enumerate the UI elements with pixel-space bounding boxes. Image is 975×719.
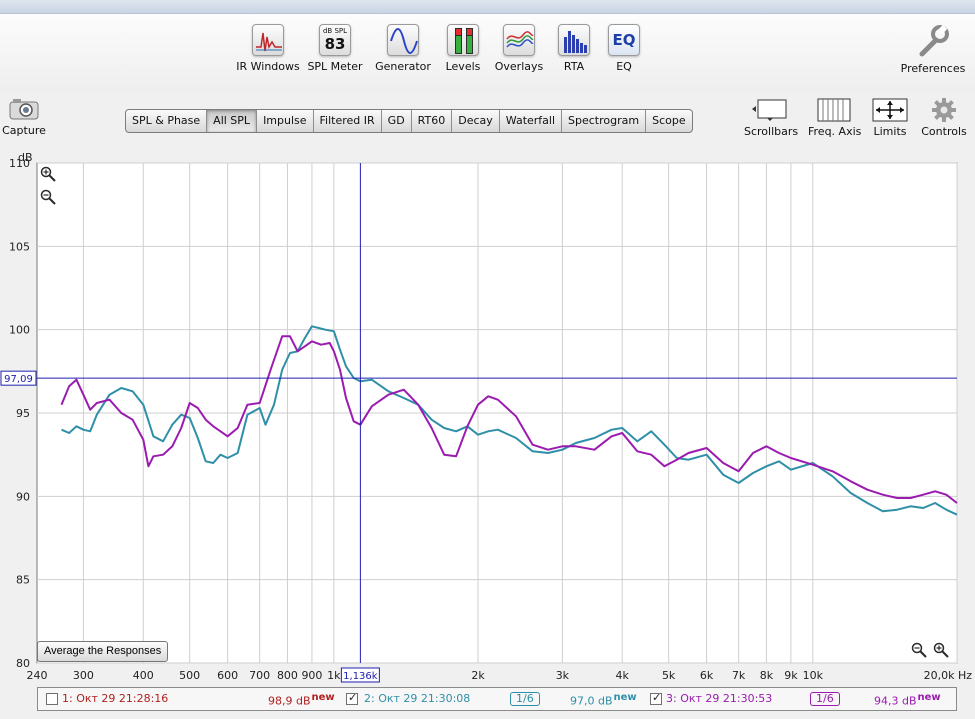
measurement-2-checkbox[interactable] [346, 691, 358, 705]
x-tick-label: 6k [700, 669, 714, 682]
x-tick-label: 240 [27, 669, 48, 682]
x-tick-label: 20,0k Hz [924, 669, 973, 682]
scrollbars-button[interactable]: Scrollbars [744, 97, 799, 138]
x-tick-label: 3k [556, 669, 570, 682]
tab-waterfall[interactable]: Waterfall [500, 110, 563, 132]
y-tick-label: 100 [9, 324, 30, 337]
overlays-icon [503, 24, 535, 56]
x-tick-label: 4k [616, 669, 630, 682]
measurement-1-level: 98,9 dBnew [268, 692, 335, 708]
x-tick-label: 300 [73, 669, 94, 682]
measurement-3-level: 94,3 dBnew [874, 692, 941, 708]
measurement-2-smoothing[interactable]: 1/6 [510, 692, 540, 706]
scrollbars-label: Scrollbars [744, 125, 799, 138]
capture-label: Capture [2, 124, 46, 137]
cursor-y-readout: 97,09 [4, 374, 33, 385]
tab-filtered-ir[interactable]: Filtered IR [314, 110, 382, 132]
freq-axis-icon [814, 97, 854, 123]
measurement-3-checkbox[interactable] [650, 691, 662, 705]
main-toolbar: IR Windows dB SPL 83 SPL Meter Generator… [0, 0, 975, 92]
measurement-1-level-value: 98,9 dB [268, 694, 311, 708]
x-tick-label: 600 [217, 669, 238, 682]
ir-windows-button[interactable]: IR Windows [231, 24, 305, 73]
x-tick-label: 2k [471, 669, 485, 682]
controls-label: Controls [921, 125, 967, 138]
measurement-3-name[interactable]: 3: Окт 29 21:30:53 [666, 692, 772, 705]
tab-all-spl[interactable]: All SPL [207, 110, 258, 132]
spl-meter-icon-value: 83 [324, 35, 346, 53]
tab-scope[interactable]: Scope [646, 110, 692, 132]
measurements-legend: 1: Окт 29 21:28:1698,9 dBnew2: Окт 29 21… [37, 687, 957, 711]
y-tick-label: 85 [16, 574, 30, 587]
spl-chart[interactable]: 80859095100105110dB240 300 400 500 600 700 800… [0, 148, 975, 686]
eq-button[interactable]: EQ EQ [587, 24, 661, 73]
capture-button[interactable]: Capture [2, 97, 46, 137]
tab-spl-phase[interactable]: SPL & Phase [126, 110, 208, 132]
sine-wave-icon [387, 24, 419, 56]
measurement-2-level: 97,0 dBnew [570, 692, 637, 708]
camera-icon [9, 97, 39, 121]
measurement-2-level-value: 97,0 dB [570, 694, 613, 708]
preferences-button[interactable]: Preferences [896, 24, 970, 75]
x-tick-label: 800 [277, 669, 298, 682]
x-tick-label: 700 [249, 669, 270, 682]
y-tick-label: 95 [16, 407, 30, 420]
measurement-1-new-tag: new [311, 692, 335, 703]
x-tick-label: 5k [662, 669, 676, 682]
tab-decay[interactable]: Decay [452, 110, 500, 132]
measurement-3-level-value: 94,3 dB [874, 694, 917, 708]
x-tick-label: 400 [133, 669, 154, 682]
scrollbars-icon [750, 97, 790, 123]
rta-bars-icon [558, 24, 590, 56]
average-responses-button[interactable]: Average the Responses [37, 641, 169, 662]
tab-spectrogram[interactable]: Spectrogram [562, 110, 647, 132]
spl-meter-button[interactable]: dB SPL 83 SPL Meter [298, 24, 372, 73]
window-title-strip [0, 0, 975, 14]
measurement-3-smoothing[interactable]: 1/6 [810, 692, 840, 706]
measurement-1-name[interactable]: 1: Окт 29 21:28:16 [62, 692, 168, 705]
measurement-2-new-tag: new [613, 692, 637, 703]
limits-button[interactable]: Limits [866, 97, 914, 138]
cursor-x-readout: 1,136k [343, 671, 378, 682]
ir-windows-label: IR Windows [236, 60, 300, 73]
limits-label: Limits [873, 125, 907, 138]
wrench-icon [916, 24, 950, 58]
eq-label: EQ [616, 60, 632, 73]
limits-arrows-icon [870, 97, 910, 123]
freq-axis-label: Freq. Axis [808, 125, 862, 138]
y-axis-label: dB [18, 151, 33, 164]
level-meter-icon [447, 24, 479, 56]
gear-icon [931, 97, 957, 123]
tab-gd[interactable]: GD [382, 110, 412, 132]
spl-meter-icon: dB SPL 83 [319, 24, 351, 56]
measurement-2-name[interactable]: 2: Окт 29 21:30:08 [364, 692, 470, 705]
spl-meter-label: SPL Meter [307, 60, 363, 73]
x-tick-label: 1k [327, 669, 341, 682]
controls-button[interactable]: Controls [920, 97, 968, 138]
x-tick-label: 10k [803, 669, 824, 682]
measurement-1-checkbox[interactable] [46, 693, 58, 705]
x-tick-label: 8k [760, 669, 774, 682]
y-tick-label: 105 [9, 240, 30, 253]
graph-tabs: SPL & Phase All SPL Impulse Filtered IR GD RT… [125, 109, 693, 133]
tab-impulse[interactable]: Impulse [257, 110, 314, 132]
freq-axis-button[interactable]: Freq. Axis [808, 97, 862, 138]
x-tick-label: 500 [179, 669, 200, 682]
spl-graph[interactable]: 80 85 90 95 100 105 110 dB 240 300 400 500 600 700 800… [0, 148, 975, 686]
eq-icon: EQ [608, 24, 640, 56]
preferences-label: Preferences [900, 62, 966, 75]
x-tick-label: 900 [301, 669, 322, 682]
eq-icon-text: EQ [612, 31, 636, 49]
tab-rt60[interactable]: RT60 [412, 110, 453, 132]
measurement-3-new-tag: new [917, 692, 941, 703]
y-tick-label: 90 [16, 490, 30, 503]
ir-windows-icon [252, 24, 284, 56]
x-tick-label: 7k [732, 669, 746, 682]
x-tick-label: 9k [784, 669, 798, 682]
